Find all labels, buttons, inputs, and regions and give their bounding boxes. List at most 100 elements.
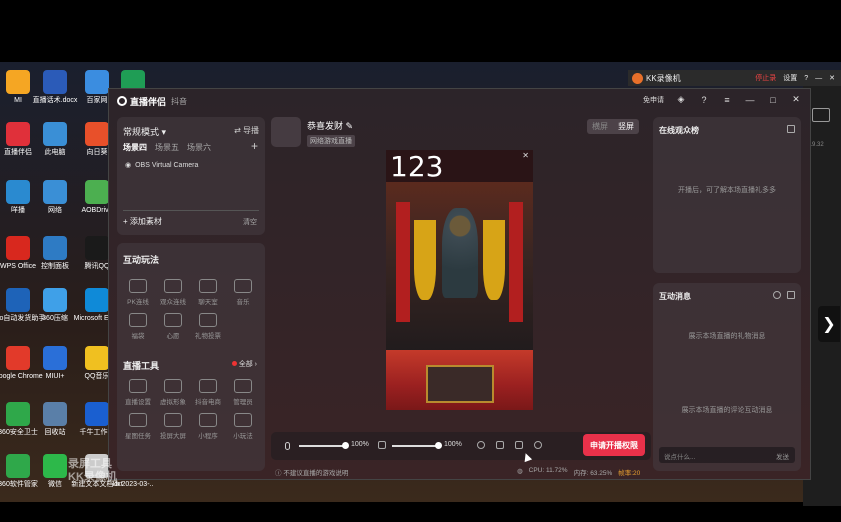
tool-label: 礼物投票 <box>195 333 221 340</box>
add-material-button[interactable]: + 添加素材 <box>123 216 162 227</box>
tool-label: 投屏大屏 <box>160 433 186 440</box>
tools-panel: 互动玩法 PK连线 观众连线 聊天室 音乐 福袋 心愿 礼物投票 直播工具 全部 › 直播设… <box>117 243 265 471</box>
portrait-option[interactable]: 竖屏 <box>613 119 639 134</box>
tool-item[interactable]: 虚拟形象 <box>156 379 190 406</box>
mic-volume-slider[interactable] <box>299 445 345 447</box>
landscape-option[interactable]: 横屏 <box>587 119 613 134</box>
kk-minimize-button[interactable]: — <box>815 75 822 82</box>
app-icon <box>43 402 67 426</box>
altar-plaque <box>426 365 494 403</box>
tool-item[interactable]: 福袋 <box>121 313 155 340</box>
tool-icon <box>234 379 252 393</box>
preview-overlay-text: 123 <box>390 150 444 183</box>
mic-volume-knob[interactable] <box>342 442 349 449</box>
tool-icon <box>164 313 182 327</box>
tool-item[interactable]: PK连线 <box>121 279 155 306</box>
clear-button[interactable]: 清空 <box>243 217 257 227</box>
kk-help-button[interactable]: ? <box>804 75 808 82</box>
kk-stop-button[interactable]: 停止录 <box>755 73 776 83</box>
mode-selector[interactable]: 常规模式 ▾ <box>123 125 166 138</box>
minimize-icon[interactable]: — <box>744 95 756 105</box>
tool-icon <box>199 313 217 327</box>
tab-scene-6[interactable]: 场景六 <box>187 142 211 153</box>
menu-icon[interactable]: ≡ <box>721 95 733 105</box>
gift-empty-text: 展示本场直播的礼物消息 <box>688 333 766 340</box>
memory-usage: 内存: 63.25% <box>573 470 613 477</box>
maximize-icon[interactable]: □ <box>767 95 779 105</box>
source-item[interactable]: ◉ OBS Virtual Camera <box>125 161 198 170</box>
speaker-volume-knob[interactable] <box>435 442 442 449</box>
edit-cover-button[interactable] <box>271 117 301 147</box>
speaker-volume-value: 100% <box>444 441 462 448</box>
app-icon <box>43 122 67 146</box>
apply-live-permission-button[interactable]: 申请开播权限 <box>583 434 645 456</box>
chevron-right-icon[interactable]: ❯ <box>818 306 840 342</box>
tool-label: 虚拟形象 <box>160 399 186 406</box>
help-icon[interactable]: ? <box>698 95 710 105</box>
online-audience-panel: 在线观众榜 开播后，可了解本场直播礼多多 <box>653 117 801 273</box>
close-icon[interactable]: ✕ <box>790 94 802 105</box>
tab-scene-4[interactable]: 场景四 <box>123 142 147 153</box>
tool-item[interactable]: 小程序 <box>191 413 225 440</box>
kk-close-button[interactable]: ✕ <box>829 74 835 82</box>
popout-icon[interactable] <box>787 291 795 299</box>
tool-label: 音乐 <box>236 299 250 306</box>
status-bar: ◍ CPU: 11.72% 内存: 63.25% 帧率:20 <box>517 467 640 477</box>
app-icon <box>85 346 109 370</box>
live-category-tag[interactable]: 网络游戏直播 <box>307 135 355 147</box>
headset-icon[interactable] <box>477 441 485 449</box>
tool-label: 星图任务 <box>125 433 151 440</box>
tool-item[interactable]: 管理员 <box>226 379 260 406</box>
send-button[interactable]: 发送 <box>776 451 789 461</box>
live-title[interactable]: 恭喜发财 ✎ <box>307 119 353 132</box>
director-button[interactable]: ⇄ 导播 <box>234 125 259 136</box>
camera-source-icon: ◉ <box>125 162 132 169</box>
app-icon <box>43 346 67 370</box>
shrine-pillar <box>396 202 410 322</box>
tool-icon <box>129 413 147 427</box>
shrine-drape <box>414 220 436 300</box>
speaker-icon[interactable] <box>378 441 386 449</box>
tool-item[interactable]: 聊天室 <box>191 279 225 306</box>
camera-icon[interactable] <box>812 108 830 122</box>
settings-icon[interactable] <box>534 441 542 449</box>
game-notice-link[interactable]: ⓘ 不建议直播的游戏说明 <box>275 467 348 477</box>
video-icon[interactable] <box>515 441 523 449</box>
kk-recorder-bar: KK录像机 停止录 设置 ? — ✕ <box>628 70 841 86</box>
app-icon <box>43 454 67 478</box>
tool-item[interactable]: 观众连线 <box>156 279 190 306</box>
stream-preview[interactable]: 123 ✕ <box>386 150 533 410</box>
tab-scene-5[interactable]: 场景五 <box>155 142 179 153</box>
add-scene-button[interactable]: + <box>251 139 258 153</box>
tool-item[interactable]: 礼物投票 <box>191 313 225 340</box>
popout-icon[interactable] <box>787 125 795 133</box>
kk-settings-button[interactable]: 设置 <box>783 73 797 83</box>
speaker-volume-slider[interactable] <box>392 445 438 447</box>
tool-item[interactable]: 小玩法 <box>226 413 260 440</box>
tool-item[interactable]: 星图任务 <box>121 413 155 440</box>
microphone-icon[interactable] <box>285 442 290 450</box>
live-tools-title: 直播工具 <box>123 361 160 371</box>
gift-icon[interactable]: ◈ <box>675 94 687 105</box>
preview-close-icon[interactable]: ✕ <box>522 151 529 160</box>
tool-item[interactable]: 直播设置 <box>121 379 155 406</box>
tool-item[interactable]: 心愿 <box>156 313 190 340</box>
screen-icon[interactable] <box>496 441 504 449</box>
free-apply-label[interactable]: 免申请 <box>643 95 664 105</box>
comment-empty-text: 展示本场直播的评论互动消息 <box>681 407 773 414</box>
tool-label: 小玩法 <box>233 433 253 440</box>
app-icon <box>85 122 109 146</box>
mic-volume-value: 100% <box>351 441 369 448</box>
all-tools-link[interactable]: 全部 › <box>231 359 257 369</box>
kk-title: KK录像机 <box>646 73 681 83</box>
frame-rate: 帧率:20 <box>618 470 641 477</box>
tool-item[interactable]: 抖音电商 <box>191 379 225 406</box>
tool-item[interactable]: 音乐 <box>226 279 260 306</box>
tool-item[interactable]: 投屏大屏 <box>156 413 190 440</box>
message-settings-icon[interactable] <box>773 291 781 299</box>
app-name: 直播伴侣 <box>130 96 167 107</box>
shrine-pillar <box>509 202 523 322</box>
app-titlebar: 直播伴侣 抖音 免申请 ◈ ? ≡ — □ ✕ <box>109 89 810 113</box>
message-input[interactable]: 说点什么... 发送 <box>659 447 795 463</box>
tool-icon <box>199 413 217 427</box>
